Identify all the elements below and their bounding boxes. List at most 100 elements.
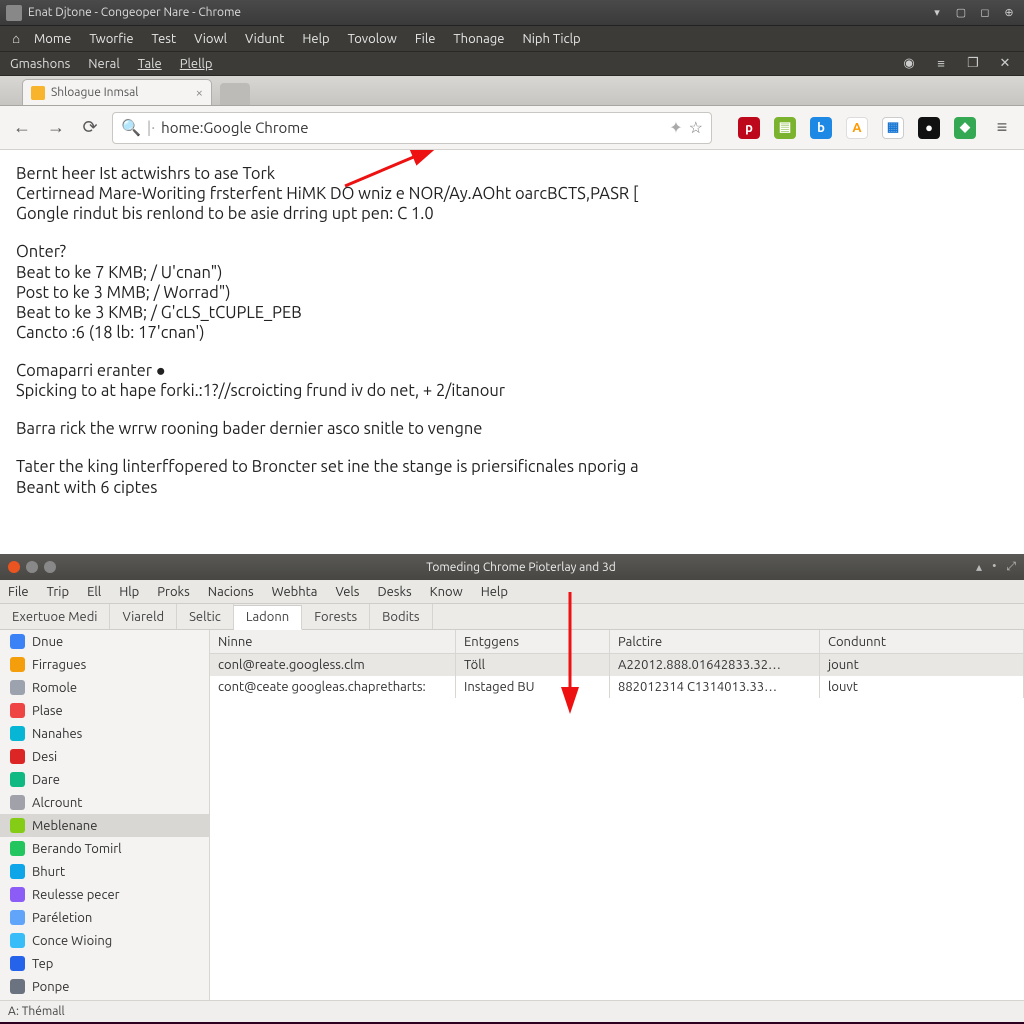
- sidebar-item[interactable]: Dare: [0, 768, 209, 791]
- menu-item[interactable]: Proks: [157, 585, 190, 599]
- ext-box-icon[interactable]: b: [810, 117, 832, 139]
- sidebar-item[interactable]: Nanahes: [0, 722, 209, 745]
- address-bar[interactable]: 🔍 |· ✦ ☆: [112, 112, 712, 144]
- menu-item[interactable]: Webhta: [272, 585, 318, 599]
- menu-item[interactable]: Help: [302, 32, 329, 46]
- win2-statusbar: A: Thémall: [0, 1000, 1024, 1022]
- user-icon[interactable]: ◉: [900, 55, 918, 73]
- menu-item[interactable]: Mome: [34, 32, 71, 46]
- panel-tab[interactable]: Forests: [302, 604, 370, 629]
- window-title: Enat Djtone - Congeoper Nare - Chrome: [28, 6, 241, 19]
- menu-item[interactable]: Trip: [47, 585, 69, 599]
- sidebar-item[interactable]: Meblenane: [0, 814, 209, 837]
- win2-dot-icon[interactable]: •: [992, 560, 996, 574]
- menu-item[interactable]: Thonage: [453, 32, 504, 46]
- menu-icon[interactable]: ≡: [932, 55, 950, 73]
- address-input[interactable]: [161, 119, 663, 136]
- win2-min-icon[interactable]: [26, 561, 38, 573]
- menu-item[interactable]: Nacions: [208, 585, 254, 599]
- close-icon[interactable]: ✕: [996, 55, 1014, 73]
- menu-item[interactable]: Desks: [377, 585, 411, 599]
- sidebar-item[interactable]: Berando Tomirl: [0, 837, 209, 860]
- tab-close-icon[interactable]: ×: [196, 86, 203, 100]
- sidebar-item[interactable]: Alcrount: [0, 791, 209, 814]
- window-min-icon[interactable]: ▢: [952, 6, 970, 20]
- sidebar-item[interactable]: Firragues: [0, 653, 209, 676]
- window-max-icon[interactable]: ◻: [976, 6, 994, 20]
- ext-pinterest-icon[interactable]: p: [738, 117, 760, 139]
- back-button[interactable]: ←: [10, 116, 34, 140]
- win2-max-icon[interactable]: [44, 561, 56, 573]
- menu-item[interactable]: Gmashons: [10, 57, 70, 71]
- win2-caret-icon[interactable]: ▴: [976, 560, 982, 574]
- browser-tab[interactable]: Shloague Inmsal ×: [22, 79, 212, 105]
- sidebar-item[interactable]: Conce Wioing: [0, 929, 209, 952]
- col-header[interactable]: Ninne: [210, 630, 456, 653]
- window-close-icon[interactable]: ⊕: [1000, 6, 1018, 20]
- forward-button[interactable]: →: [44, 116, 68, 140]
- mic-icon[interactable]: ✦: [669, 118, 682, 137]
- ext-cal-icon[interactable]: ▦: [882, 117, 904, 139]
- page-content: Bernt heer Ist actwishrs to ase Tork Cer…: [0, 150, 1024, 554]
- panel-tab[interactable]: Exertuoe Medi: [0, 604, 110, 629]
- sidebar-item-icon: [10, 749, 25, 764]
- browser-navbar: ← → ⟳ 🔍 |· ✦ ☆ p ▤ b A ▦ ● ◆ ≡: [0, 106, 1024, 150]
- app-menubar: ⌂ Mome Tworfie Test Viowl Vidunt Help To…: [0, 26, 1024, 52]
- text-line: Cancto :6 (18 lb: 17'cnan'): [16, 323, 1008, 343]
- panel-tab[interactable]: Viareld: [110, 604, 177, 629]
- win2-close-icon[interactable]: [8, 561, 20, 573]
- panel-tab[interactable]: Bodits: [370, 604, 432, 629]
- menu-item[interactable]: Tovolow: [348, 32, 397, 46]
- menu-item[interactable]: Tale: [138, 57, 162, 71]
- sidebar-item[interactable]: Romole: [0, 676, 209, 699]
- win2-expand-icon[interactable]: ⤢: [1006, 560, 1016, 574]
- table-row[interactable]: cont@ceate googleas.chapretharts: Instag…: [210, 676, 1024, 698]
- col-header[interactable]: Palctire: [610, 630, 820, 653]
- sidebar-item[interactable]: Plase: [0, 699, 209, 722]
- sidebar-item-label: Reulesse pecer: [32, 888, 120, 902]
- text-line: Spicking to at hape forki.:1?//scroictin…: [16, 381, 1008, 401]
- menu-item[interactable]: Help: [481, 585, 508, 599]
- menu-item[interactable]: Tworfie: [89, 32, 133, 46]
- sidebar-item-icon: [10, 657, 25, 672]
- menu-item[interactable]: Ell: [87, 585, 101, 599]
- panel-tab[interactable]: Seltic: [177, 604, 234, 629]
- tab-title: Shloague Inmsal: [51, 86, 138, 99]
- menu-item[interactable]: Hlp: [119, 585, 139, 599]
- menu-item[interactable]: Vidunt: [245, 32, 284, 46]
- panel-tab-active[interactable]: Ladonn: [234, 605, 302, 630]
- menu-item[interactable]: Niph Ticlp: [522, 32, 580, 46]
- sidebar-item[interactable]: Paréletion: [0, 906, 209, 929]
- home-icon[interactable]: ⌂: [6, 31, 26, 46]
- ext-note-icon[interactable]: ▤: [774, 117, 796, 139]
- sidebar-item[interactable]: Desi: [0, 745, 209, 768]
- menu-item[interactable]: Plellp: [180, 57, 213, 71]
- menu-item[interactable]: Neral: [88, 57, 119, 71]
- ext-map-icon[interactable]: ◆: [954, 117, 976, 139]
- bookmark-icon[interactable]: ☆: [689, 118, 703, 137]
- menu-item[interactable]: Test: [152, 32, 177, 46]
- sidebar-item[interactable]: Dnue: [0, 630, 209, 653]
- chrome-menu-icon[interactable]: ≡: [990, 116, 1014, 140]
- annotation-arrow-icon: [560, 592, 580, 712]
- col-header[interactable]: Entggens: [456, 630, 610, 653]
- window-menu-icon[interactable]: ▾: [928, 6, 946, 20]
- reload-button[interactable]: ⟳: [78, 116, 102, 140]
- ext-dark-icon[interactable]: ●: [918, 117, 940, 139]
- menu-item[interactable]: Vels: [335, 585, 359, 599]
- menu-item[interactable]: Viowl: [194, 32, 227, 46]
- menu-item[interactable]: Know: [430, 585, 463, 599]
- restore-icon[interactable]: ❐: [964, 55, 982, 73]
- sidebar-item[interactable]: Bhurt: [0, 860, 209, 883]
- ext-a-icon[interactable]: A: [846, 117, 868, 139]
- menu-item[interactable]: File: [415, 32, 436, 46]
- sidebar-item[interactable]: Tep: [0, 952, 209, 975]
- sidebar-item[interactable]: Ponpe: [0, 975, 209, 998]
- sidebar-item-icon: [10, 910, 25, 925]
- cell: Instaged BU: [456, 676, 610, 698]
- table-row[interactable]: conl@reate.googless.clm Töll A22012.888.…: [210, 654, 1024, 676]
- col-header[interactable]: Condunnt: [820, 630, 1024, 653]
- menu-item[interactable]: File: [8, 585, 29, 599]
- new-tab-button[interactable]: [220, 83, 250, 105]
- sidebar-item[interactable]: Reulesse pecer: [0, 883, 209, 906]
